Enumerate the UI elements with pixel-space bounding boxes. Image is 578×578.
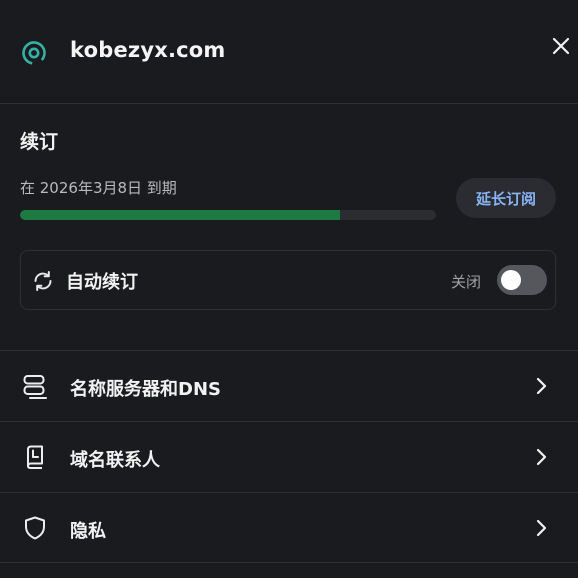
privacy-row[interactable]: 隐私 bbox=[0, 492, 578, 563]
auto-renew-label: 自动续订 bbox=[66, 272, 138, 293]
domain-target-icon bbox=[22, 41, 46, 65]
auto-renew-state: 关闭 bbox=[451, 273, 482, 291]
domain-contacts-label: 域名联系人 bbox=[70, 450, 160, 471]
server-icon bbox=[23, 375, 47, 399]
renewal-title: 续订 bbox=[20, 131, 59, 153]
expiry-progress-bar bbox=[20, 210, 436, 220]
chevron-right-icon bbox=[536, 377, 547, 395]
nameservers-dns-label: 名称服务器和DNS bbox=[70, 379, 221, 400]
settings-list: 名称服务器和DNS 域名联系人 隐私 bbox=[0, 350, 578, 563]
privacy-label: 隐私 bbox=[70, 521, 106, 542]
nameservers-dns-row[interactable]: 名称服务器和DNS bbox=[0, 350, 578, 421]
domain-contacts-row[interactable]: 域名联系人 bbox=[0, 421, 578, 492]
close-icon[interactable] bbox=[548, 33, 574, 59]
shield-icon bbox=[25, 516, 45, 540]
chevron-right-icon bbox=[536, 519, 547, 537]
panel-header: kobezyx.com bbox=[0, 0, 578, 104]
extend-subscription-button[interactable]: 延长订阅 bbox=[456, 178, 556, 218]
toggle-knob bbox=[501, 270, 521, 290]
domain-name: kobezyx.com bbox=[70, 38, 226, 62]
contact-book-icon bbox=[27, 445, 43, 469]
sync-icon bbox=[34, 271, 52, 291]
domain-details-panel: kobezyx.com 续订 在 2026年3月8日 到期 延长订阅 自动续订 … bbox=[0, 0, 578, 578]
chevron-right-icon bbox=[536, 448, 547, 466]
expiry-text: 在 2026年3月8日 到期 bbox=[20, 179, 177, 197]
auto-renew-card: 自动续订 关闭 bbox=[20, 250, 556, 310]
expiry-progress-fill bbox=[20, 210, 341, 220]
auto-renew-toggle[interactable] bbox=[497, 265, 547, 295]
